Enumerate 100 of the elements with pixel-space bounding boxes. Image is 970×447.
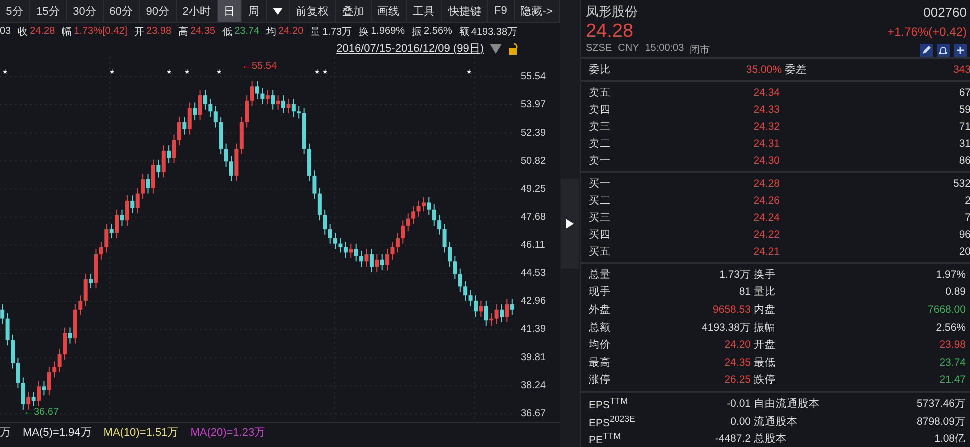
candlestick <box>386 248 390 272</box>
quote-value: 2.56% <box>424 26 452 37</box>
candlestick <box>89 274 94 289</box>
candlestick <box>453 256 458 280</box>
bid-label: 买五 <box>589 244 612 258</box>
ask-label: 卖二 <box>589 136 612 150</box>
stat-label: 现手 <box>589 285 612 300</box>
candlestick <box>312 170 317 200</box>
candlestick <box>344 242 348 259</box>
dropdown-icon[interactable] <box>490 44 502 54</box>
stat-label: 最高 <box>589 356 612 370</box>
bell-icon[interactable] <box>937 44 950 56</box>
ask-label: 卖四 <box>589 102 612 116</box>
candlestick <box>104 224 109 254</box>
ask-price: 24.30 <box>752 154 781 166</box>
stat-value: 8798.09万 <box>916 414 966 429</box>
candlestick <box>156 159 161 178</box>
quote-value: 24.35 <box>190 26 216 37</box>
axis-label: 52.39 <box>521 128 546 139</box>
row-label: 委差 <box>785 62 807 76</box>
axis-label: 53.97 <box>521 100 546 111</box>
quote-date: 03 <box>0 26 12 37</box>
lock-icon[interactable] <box>508 42 520 54</box>
axis-label: 47.68 <box>521 212 546 223</box>
candlestick <box>188 102 192 136</box>
candlestick <box>323 209 328 236</box>
stat-label: 振幅 <box>754 320 776 335</box>
candlestick <box>52 361 57 378</box>
candlestick <box>16 358 20 389</box>
bid-label: 买二 <box>589 194 612 208</box>
stat-value: 4193.38万 <box>701 320 751 335</box>
candlestick <box>47 366 52 396</box>
quote-value: 24.20 <box>278 26 304 37</box>
candlestick <box>364 248 369 268</box>
quote-value: 23.98 <box>146 26 172 37</box>
axis-label: 42.96 <box>521 296 546 308</box>
stat-label: 涨停 <box>589 373 612 388</box>
candlestick <box>380 254 384 272</box>
candlestick <box>334 232 338 250</box>
stat-label: 自由流通股本 <box>754 396 820 411</box>
candlestick <box>172 134 176 164</box>
ask-label: 卖一 <box>589 154 612 168</box>
date-range-link[interactable]: 2016/07/15-2016/12/09 (99日) <box>336 41 484 56</box>
quote-label: 均 <box>266 26 277 38</box>
bid-price: 24.28 <box>752 178 781 190</box>
collapse-button[interactable] <box>561 178 579 268</box>
stat-label: 开盘 <box>754 338 776 352</box>
stat-label: 量比 <box>754 285 776 300</box>
quote-label: 振 <box>412 26 422 38</box>
quote-label: 额 <box>459 26 470 38</box>
quote-label: 量 <box>310 26 321 38</box>
candlestick <box>208 98 213 118</box>
candlestick <box>286 98 291 114</box>
period-tab[interactable]: 日 <box>218 0 242 22</box>
quote-label: 高 <box>178 26 189 38</box>
candlestick <box>256 80 260 100</box>
stat-label: 总股本 <box>754 432 787 446</box>
candlestick <box>214 106 218 128</box>
candlestick <box>438 214 442 236</box>
quote-value: 1.73万 <box>322 26 352 38</box>
event-mark: * <box>167 67 172 81</box>
candlestick <box>224 143 228 168</box>
quote-label: 开 <box>134 26 145 38</box>
event-mark: * <box>110 67 115 81</box>
stat-label: 流通股本 <box>754 414 798 429</box>
ask-price: 24.31 <box>752 138 781 150</box>
candlestick <box>63 327 68 360</box>
candlestick <box>360 250 364 268</box>
candlestick <box>479 300 484 318</box>
candlestick <box>318 188 322 222</box>
moving-average-label: MA(10)=1.51万 <box>104 426 179 440</box>
stat-label: 最低 <box>754 356 776 370</box>
candlestick <box>99 242 104 260</box>
event-mark: * <box>467 67 472 81</box>
candlestick <box>474 295 478 318</box>
currency-text: CNY <box>618 43 640 56</box>
axis-label: 49.25 <box>521 184 546 195</box>
pencil-icon[interactable] <box>920 44 933 56</box>
stat-value: 1.97% <box>935 268 966 281</box>
candlestick <box>32 392 36 407</box>
candlestick <box>37 380 42 407</box>
candlestick <box>276 95 280 110</box>
quote-value: 1.73%[0.42] <box>74 26 128 37</box>
stat-value: 1.73万 <box>718 268 751 282</box>
candlestick <box>151 159 156 194</box>
ask-label: 卖三 <box>589 120 612 134</box>
bid-label: 买一 <box>589 176 612 190</box>
event-mark: * <box>3 67 8 81</box>
plus-icon[interactable] <box>954 44 967 56</box>
candlestick <box>120 209 124 226</box>
price-change: +1.76%(+0.42) <box>888 25 967 39</box>
candlestick <box>500 304 504 323</box>
candlestick <box>390 242 395 260</box>
stat-label: 均价 <box>589 338 612 352</box>
candlestick <box>68 327 72 344</box>
candlestick <box>328 224 332 244</box>
candlestick <box>416 200 421 218</box>
candlestick <box>505 298 510 323</box>
candlestick <box>427 196 432 216</box>
stat-label: 内盘 <box>754 302 776 317</box>
